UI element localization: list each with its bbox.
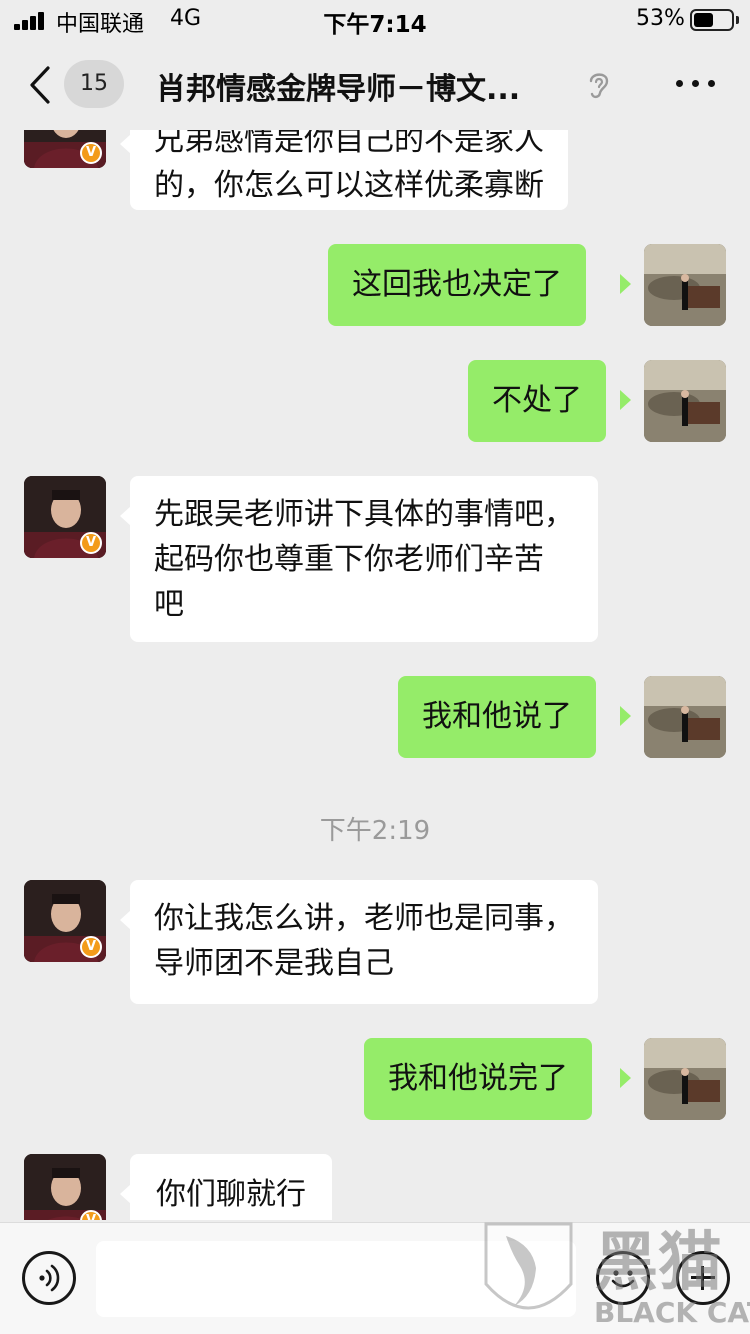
more-dots-icon xyxy=(676,80,683,87)
unread-count-badge[interactable]: 15 xyxy=(64,60,124,108)
contact-avatar[interactable]: V xyxy=(24,130,106,168)
message-text: 这回我也决定了 xyxy=(352,267,562,302)
my-avatar[interactable] xyxy=(644,676,726,758)
message-bubble-outgoing[interactable]: 我和他说了 xyxy=(398,676,596,758)
message-text-line: 吧 xyxy=(154,587,184,622)
message-bubble-incoming[interactable]: 先跟吴老师讲下具体的事情吧， 起码你也尊重下你老师们辛苦 吧 xyxy=(130,476,598,642)
message-text-line: 你让我怎么讲，老师也是同事， xyxy=(154,901,574,936)
message-bubble-outgoing[interactable]: 不处了 xyxy=(468,360,606,442)
message-text: 我和他说了 xyxy=(422,699,572,734)
message-text: 你们聊就行 xyxy=(156,1177,306,1212)
voice-button[interactable] xyxy=(22,1251,76,1305)
battery-percent: 53% xyxy=(636,6,685,31)
chat-title: 肖邦情感金牌导师－博文... xyxy=(156,72,521,107)
contact-avatar[interactable]: V xyxy=(24,880,106,962)
emoji-icon xyxy=(611,1270,635,1288)
message-text-line: 兄弟感情是你自己的不是家人 xyxy=(154,130,544,158)
my-avatar[interactable] xyxy=(644,360,726,442)
verified-badge: V xyxy=(80,936,102,958)
message-bubble-incoming[interactable]: 你们聊就行 xyxy=(130,1154,332,1220)
input-bar xyxy=(0,1222,750,1334)
my-avatar[interactable] xyxy=(644,1038,726,1120)
status-bar: 中国联通 4G 下午7:14 53% xyxy=(0,0,750,40)
my-avatar[interactable] xyxy=(644,244,726,326)
more-options-button[interactable] xyxy=(672,68,718,98)
message-bubble-incoming[interactable]: 兄弟感情是你自己的不是家人 的，你怎么可以这样优柔寡断 xyxy=(130,130,568,210)
message-text: 我和他说完了 xyxy=(388,1061,568,1096)
voice-icon xyxy=(39,1264,60,1292)
message-text: 不处了 xyxy=(492,383,582,418)
chevron-left-icon xyxy=(30,66,50,104)
message-input[interactable] xyxy=(96,1241,576,1317)
chat-screen: 中国联通 4G 下午7:14 53% 15 肖邦情感金牌导师－博文... V 兄… xyxy=(0,0,750,1334)
my-avatar-image xyxy=(644,244,726,326)
message-timestamp: 下午2:19 xyxy=(319,816,431,846)
nav-bar: 15 肖邦情感金牌导师－博文... xyxy=(0,40,750,130)
contact-avatar[interactable]: V xyxy=(24,476,106,558)
message-bubble-incoming[interactable]: 你让我怎么讲，老师也是同事， 导师团不是我自己 xyxy=(130,880,598,1004)
battery-level xyxy=(694,13,713,27)
message-bubble-outgoing[interactable]: 我和他说完了 xyxy=(364,1038,592,1120)
plus-button[interactable] xyxy=(676,1251,730,1305)
verified-badge: V xyxy=(80,142,102,164)
battery-icon xyxy=(690,9,734,31)
battery-tip xyxy=(736,16,739,24)
message-text-line: 的，你怎么可以这样优柔寡断 xyxy=(154,168,544,203)
message-text-line: 导师团不是我自己 xyxy=(154,946,394,981)
verified-badge: V xyxy=(80,532,102,554)
message-list[interactable]: V 兄弟感情是你自己的不是家人 的，你怎么可以这样优柔寡断 这回我也决定了 不处… xyxy=(0,130,750,1220)
emoji-button[interactable] xyxy=(596,1251,650,1305)
message-text-line: 起码你也尊重下你老师们辛苦 xyxy=(154,542,544,577)
ear-icon xyxy=(589,73,609,99)
message-text-line: 先跟吴老师讲下具体的事情吧， xyxy=(154,497,574,532)
contact-avatar[interactable]: V xyxy=(24,1154,106,1220)
back-button[interactable] xyxy=(26,62,62,108)
message-bubble-outgoing[interactable]: 这回我也决定了 xyxy=(328,244,586,326)
